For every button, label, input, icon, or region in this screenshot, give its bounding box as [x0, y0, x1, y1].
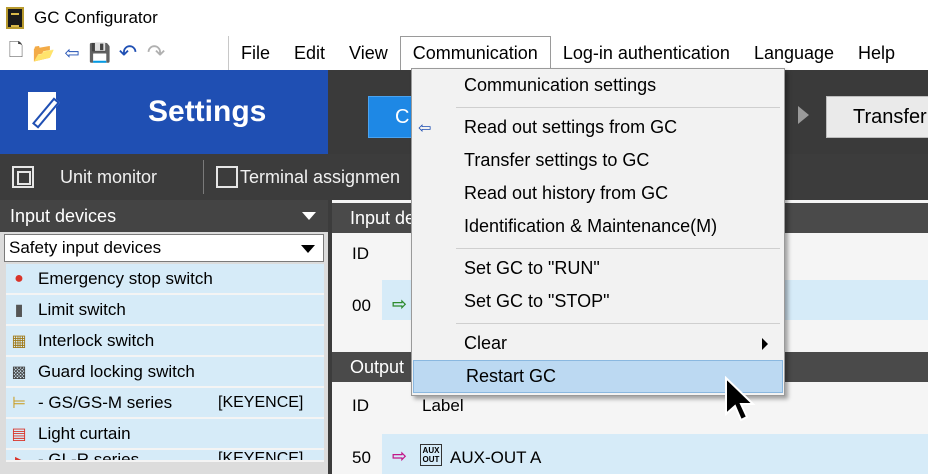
- menu-file[interactable]: File: [229, 36, 282, 70]
- chevron-down-icon: [301, 245, 315, 253]
- menu-item-label: Read out settings from GC: [464, 117, 678, 137]
- terminal-assignment-icon: [216, 166, 238, 188]
- tab-unit-monitor-label: Unit monitor: [60, 166, 158, 187]
- mouse-cursor-icon: [725, 376, 756, 422]
- output-terminal-icon: ⇨: [392, 446, 408, 466]
- menu-item-set-run[interactable]: Set GC to "RUN": [412, 252, 784, 285]
- device-label: Limit switch: [38, 299, 126, 319]
- menu-help[interactable]: Help: [846, 36, 907, 70]
- emergency-stop-icon: ●: [14, 269, 24, 287]
- undo-icon[interactable]: ↶: [116, 40, 140, 65]
- menu-item-read-settings[interactable]: ⇦ Read out settings from GC: [412, 111, 784, 144]
- menu-view[interactable]: View: [337, 36, 400, 70]
- device-category-select[interactable]: Safety input devices: [4, 234, 324, 262]
- device-label: Light curtain: [38, 423, 131, 443]
- menu-item-set-stop[interactable]: Set GC to "STOP": [412, 285, 784, 318]
- menu-edit[interactable]: Edit: [282, 36, 337, 70]
- device-label: - GL-R series: [38, 450, 140, 462]
- toolbar: 🗋 📂 ⇦ 💾 ↶ ↷: [0, 36, 229, 70]
- gl-r-series-icon: ▸: [14, 452, 24, 462]
- settings-banner: Settings: [0, 70, 328, 154]
- output-label-column: Label: [422, 396, 464, 415]
- gs-series-icon: ⊨: [12, 394, 26, 412]
- tab-terminal-assignment-label: Terminal assignmen: [240, 166, 401, 187]
- menu-login-authentication[interactable]: Log-in authentication: [551, 36, 742, 70]
- import-icon[interactable]: ⇦: [60, 41, 84, 65]
- menu-item-clear[interactable]: Clear: [412, 327, 784, 360]
- interlock-switch-icon: ▦: [11, 332, 27, 350]
- transfer-button[interactable]: Transfer: [826, 96, 928, 138]
- device-label: Interlock switch: [38, 330, 155, 350]
- device-gs-series[interactable]: ⊨ - GS/GS-M series [KEYENCE]: [6, 388, 324, 419]
- input-devices-header[interactable]: Input devices: [0, 200, 328, 232]
- menu-separator: [456, 248, 780, 249]
- menu-item-label: Clear: [464, 333, 508, 353]
- menu-item-transfer-settings[interactable]: Transfer settings to GC: [412, 144, 784, 177]
- menu-bar: 🗋 📂 ⇦ 💾 ↶ ↷ File Edit View Communication…: [0, 36, 928, 70]
- menu-separator: [456, 107, 780, 108]
- device-tag: [KEYENCE]: [218, 393, 304, 411]
- device-guard-locking-switch[interactable]: ▩ Guard locking switch: [6, 357, 324, 388]
- device-emergency-stop[interactable]: ● Emergency stop switch: [6, 264, 324, 295]
- menu-communication[interactable]: Communication: [399, 36, 551, 70]
- guard-locking-icon: ▩: [11, 363, 27, 381]
- device-tag: [KEYENCE]: [218, 450, 304, 462]
- output-id-column: ID: [352, 396, 369, 415]
- input-devices-title: Input devices: [10, 205, 117, 226]
- communication-menu: Communication settings ⇦ Read out settin…: [411, 68, 785, 396]
- arrow-right-icon: [798, 106, 809, 124]
- read-from-device-icon: ⇦: [418, 119, 432, 137]
- tab-unit-monitor[interactable]: Unit monitor: [12, 154, 157, 200]
- device-interlock-switch[interactable]: ▦ Interlock switch: [6, 326, 324, 357]
- input-row-id: 00: [352, 296, 371, 315]
- submenu-arrow-icon: [762, 338, 768, 350]
- device-category-value: Safety input devices: [9, 238, 162, 257]
- output-row-label: AUX-OUT A: [450, 448, 542, 467]
- output-row-id: 50: [352, 448, 371, 467]
- input-devices-panel: Input devices Safety input devices ● Eme…: [0, 200, 328, 474]
- new-file-icon[interactable]: 🗋: [4, 40, 28, 65]
- open-folder-icon[interactable]: 📂: [32, 41, 56, 65]
- device-label: - GS/GS-M series: [38, 392, 173, 412]
- app-icon: [6, 7, 24, 29]
- settings-title: Settings: [148, 95, 267, 128]
- input-id-column: ID: [352, 244, 369, 263]
- input-terminal-icon: ⇨: [392, 294, 408, 314]
- save-icon[interactable]: 💾: [88, 41, 112, 65]
- device-gl-r-series[interactable]: ▸ - GL-R series [KEYENCE]: [6, 450, 324, 462]
- unit-monitor-icon: [12, 166, 34, 188]
- menu-language[interactable]: Language: [742, 36, 846, 70]
- title-bar: GC Configurator: [0, 0, 928, 36]
- window-title: GC Configurator: [34, 8, 158, 27]
- device-limit-switch[interactable]: ▮ Limit switch: [6, 295, 324, 326]
- menu-item-identification-maintenance[interactable]: Identification & Maintenance(M): [412, 210, 784, 243]
- light-curtain-icon: ▤: [11, 425, 27, 443]
- tab-divider: [203, 160, 204, 194]
- menu-item-communication-settings[interactable]: Communication settings: [412, 69, 784, 102]
- device-label: Guard locking switch: [38, 361, 195, 381]
- tab-terminal-assignment[interactable]: Terminal assignmen: [216, 154, 400, 200]
- chevron-down-icon: [302, 212, 316, 220]
- aux-out-icon: AUX OUT: [420, 444, 442, 466]
- device-light-curtain[interactable]: ▤ Light curtain: [6, 419, 324, 450]
- device-label: Emergency stop switch: [38, 268, 213, 288]
- menu-separator: [456, 323, 780, 324]
- menu-item-read-history[interactable]: Read out history from GC: [412, 177, 784, 210]
- settings-edit-icon: [28, 90, 68, 134]
- redo-icon[interactable]: ↷: [144, 40, 168, 65]
- device-list: ● Emergency stop switch ▮ Limit switch ▦…: [0, 264, 328, 462]
- limit-switch-icon: ▮: [14, 301, 24, 319]
